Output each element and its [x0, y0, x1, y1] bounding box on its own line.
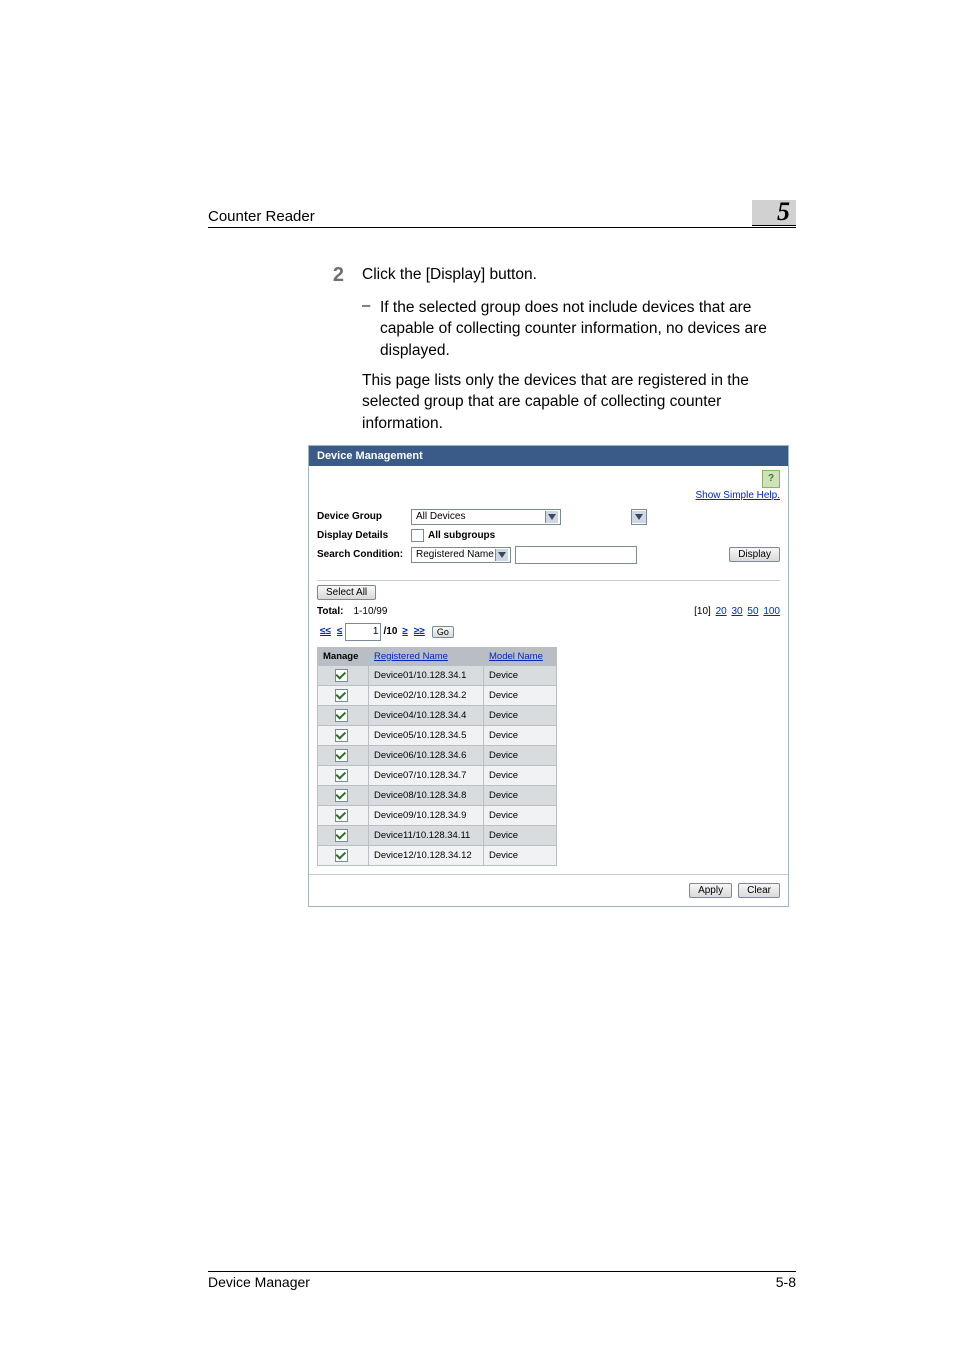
section-title: Counter Reader	[208, 208, 315, 225]
display-details-label: Display Details	[317, 530, 411, 541]
pager-first[interactable]: ≤≤	[320, 626, 331, 637]
pager-last[interactable]: ≥≥	[414, 626, 425, 637]
clear-button[interactable]: Clear	[738, 883, 780, 898]
manage-checkbox[interactable]	[335, 729, 348, 742]
pager-input[interactable]	[345, 623, 381, 641]
cell-model: Device	[484, 705, 557, 725]
manage-checkbox[interactable]	[335, 809, 348, 822]
pager-prev[interactable]: ≤	[337, 626, 343, 637]
table-row: Device07/10.128.34.7Device	[318, 765, 557, 785]
table-row: Device09/10.128.34.9Device	[318, 805, 557, 825]
cell-name: Device02/10.128.34.2	[369, 685, 484, 705]
manage-checkbox[interactable]	[335, 709, 348, 722]
cell-name: Device04/10.128.34.4	[369, 705, 484, 725]
table-row: Device12/10.128.34.12Device	[318, 845, 557, 865]
cell-name: Device11/10.128.34.11	[369, 825, 484, 845]
page-size-20[interactable]: 20	[716, 606, 727, 617]
manage-checkbox[interactable]	[335, 769, 348, 782]
table-row: Device01/10.128.34.1Device	[318, 665, 557, 685]
chapter-box: 5	[752, 200, 796, 226]
cell-model: Device	[484, 725, 557, 745]
all-subgroups-label: All subgroups	[428, 530, 495, 541]
help-icon[interactable]: ?	[762, 470, 780, 488]
page-size-links: [10] 20 30 50 100	[694, 606, 780, 617]
apply-button[interactable]: Apply	[689, 883, 732, 898]
all-subgroups-checkbox[interactable]	[411, 529, 424, 542]
cell-name: Device05/10.128.34.5	[369, 725, 484, 745]
pager-of: /10	[383, 626, 397, 637]
chevron-down-icon	[545, 511, 558, 523]
chevron-down-icon	[632, 511, 646, 523]
panel-title: Device Management	[309, 446, 788, 466]
table-row: Device06/10.128.34.6Device	[318, 745, 557, 765]
search-input[interactable]	[515, 546, 637, 564]
page-size-30[interactable]: 30	[732, 606, 743, 617]
page-footer: Device Manager 5-8	[208, 1271, 796, 1290]
device-management-panel: Device Management ? Show Simple Help. De…	[308, 445, 789, 907]
col-manage: Manage	[318, 647, 369, 665]
chapter-number: 5	[777, 199, 790, 225]
page-size-50[interactable]: 50	[747, 606, 758, 617]
running-header: Counter Reader 5	[208, 200, 796, 228]
cell-name: Device09/10.128.34.9	[369, 805, 484, 825]
manage-checkbox[interactable]	[335, 669, 348, 682]
footer-left: Device Manager	[208, 1274, 310, 1290]
table-row: Device02/10.128.34.2Device	[318, 685, 557, 705]
device-table: Manage Registered Name Model Name Device…	[317, 647, 557, 866]
cell-model: Device	[484, 825, 557, 845]
search-condition-label: Search Condition:	[317, 549, 411, 560]
total-label: Total:	[317, 606, 343, 617]
search-field-select[interactable]: Registered Name	[411, 547, 511, 563]
bullet-text: If the selected group does not include d…	[380, 297, 796, 362]
col-model-name[interactable]: Model Name	[484, 647, 557, 665]
cell-model: Device	[484, 845, 557, 865]
device-group-value: All Devices	[416, 511, 465, 522]
pager-go-button[interactable]: Go	[432, 626, 454, 638]
cell-model: Device	[484, 685, 557, 705]
cell-model: Device	[484, 785, 557, 805]
table-row: Device04/10.128.34.4Device	[318, 705, 557, 725]
footer-page-number: 5-8	[776, 1274, 796, 1290]
show-simple-help-link[interactable]: Show Simple Help.	[696, 490, 780, 501]
search-field-value: Registered Name	[416, 549, 494, 560]
col-registered-name[interactable]: Registered Name	[369, 647, 484, 665]
page-size-100[interactable]: 100	[763, 606, 780, 617]
table-row: Device08/10.128.34.8Device	[318, 785, 557, 805]
manage-checkbox[interactable]	[335, 829, 348, 842]
table-row: Device05/10.128.34.5Device	[318, 725, 557, 745]
bullet-dash: –	[362, 297, 380, 362]
page-size-current: [10]	[694, 606, 711, 617]
cell-name: Device12/10.128.34.12	[369, 845, 484, 865]
cell-name: Device01/10.128.34.1	[369, 665, 484, 685]
step-number: 2	[308, 264, 344, 287]
pager-next[interactable]: ≥	[402, 626, 408, 637]
display-button[interactable]: Display	[729, 547, 780, 562]
total-range: 1-10/99	[353, 606, 387, 617]
device-group-label: Device Group	[317, 511, 411, 522]
step-note: This page lists only the devices that ar…	[362, 370, 796, 435]
cell-name: Device06/10.128.34.6	[369, 745, 484, 765]
cell-model: Device	[484, 765, 557, 785]
cell-name: Device07/10.128.34.7	[369, 765, 484, 785]
cell-model: Device	[484, 745, 557, 765]
chevron-down-icon	[495, 549, 508, 561]
cell-name: Device08/10.128.34.8	[369, 785, 484, 805]
manage-checkbox[interactable]	[335, 749, 348, 762]
table-row: Device11/10.128.34.11Device	[318, 825, 557, 845]
aux-select[interactable]	[631, 509, 647, 525]
cell-model: Device	[484, 665, 557, 685]
manage-checkbox[interactable]	[335, 789, 348, 802]
step-block: 2 Click the [Display] button. – If the s…	[208, 264, 796, 435]
manage-checkbox[interactable]	[335, 849, 348, 862]
device-group-select[interactable]: All Devices	[411, 509, 561, 525]
select-all-button[interactable]: Select All	[317, 585, 376, 600]
step-text: Click the [Display] button.	[362, 264, 796, 287]
cell-model: Device	[484, 805, 557, 825]
manage-checkbox[interactable]	[335, 689, 348, 702]
